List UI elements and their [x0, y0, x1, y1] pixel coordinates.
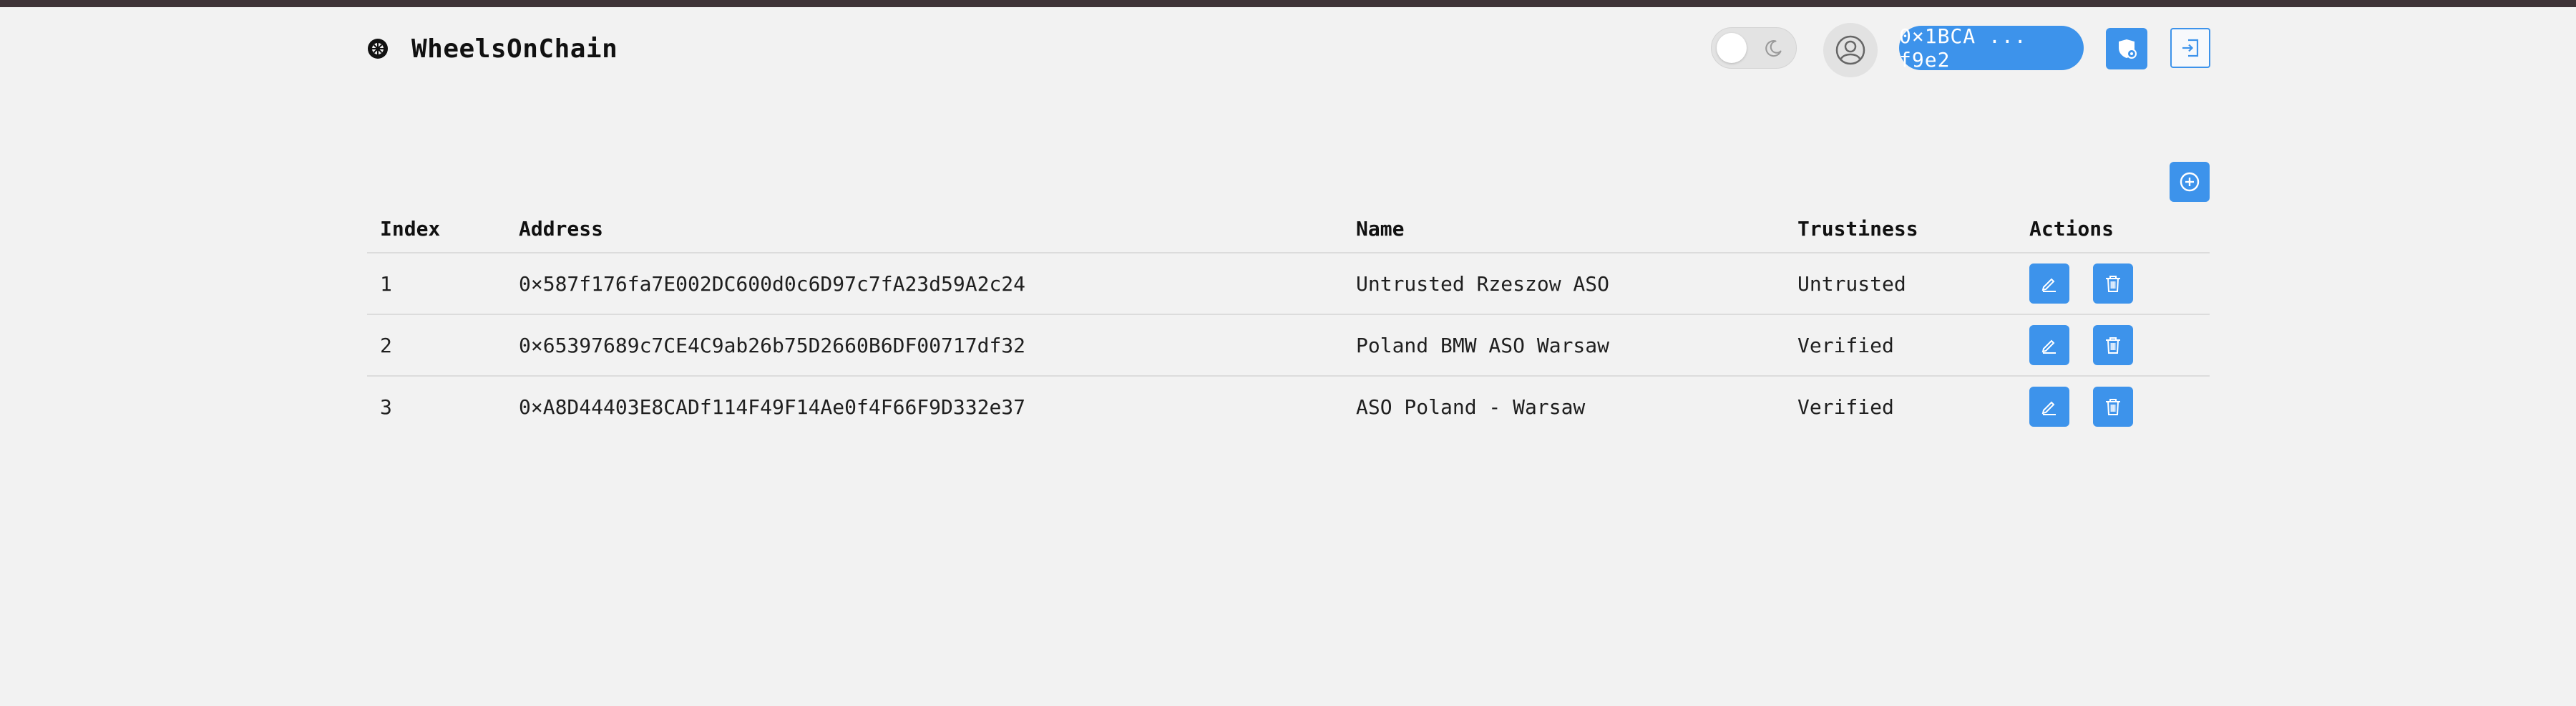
logout-icon — [2182, 39, 2199, 57]
trash-icon — [2105, 337, 2120, 354]
wallet-address-button[interactable]: 0×1BCA ... f9e2 — [1899, 24, 2084, 72]
wallet-address-label: 0×1BCA ... f9e2 — [1899, 24, 2027, 72]
row-actions — [2016, 376, 2210, 437]
table-row: 3 0×A8D44403E8CADf114F49F14Ae0f4F66F9D33… — [367, 376, 2210, 437]
row-address: 0×A8D44403E8CADf114F49F14Ae0f4F66F9D332e… — [519, 395, 1026, 419]
user-circle-icon — [1835, 35, 1865, 65]
edit-button[interactable] — [2029, 263, 2069, 304]
delete-button[interactable] — [2092, 263, 2133, 304]
column-header-actions: Actions — [2016, 205, 2210, 253]
pencil-icon — [2041, 278, 2056, 292]
delete-button[interactable] — [2092, 387, 2133, 427]
table-row: 1 0×587f176fa7E002DC600d0c6D97c7fA23d59A… — [367, 253, 2210, 315]
table-header-row: Index Address Name Trustiness Actions — [367, 205, 2210, 253]
row-actions — [2016, 314, 2210, 377]
row-address: 0×587f176fa7E002DC600d0c6D97c7fA23d59A2c… — [506, 253, 1343, 315]
aso-table: Index Address Name Trustiness Actions 1 … — [367, 205, 2210, 437]
add-aso-button[interactable] — [2170, 162, 2210, 202]
app-header: WheelsOnChain 0×1BCA ... f9e2 — [367, 23, 2211, 77]
column-header-index: Index — [367, 205, 506, 253]
row-index: 2 — [367, 314, 506, 377]
column-header-address: Address — [506, 205, 1343, 253]
edit-button[interactable] — [2029, 325, 2069, 365]
top-accent-bar — [0, 0, 2576, 7]
app-title: WheelsOnChain — [411, 34, 618, 64]
wheel-icon — [367, 38, 389, 59]
moon-icon — [1765, 40, 1782, 57]
profile-button[interactable] — [1823, 23, 1878, 77]
logout-button[interactable] — [2170, 28, 2210, 68]
row-address: 0×65397689c7CE4C9ab26b75D2660B6DF00717df… — [506, 314, 1343, 377]
network-button[interactable] — [2106, 28, 2147, 69]
plus-circle-icon — [2180, 172, 2200, 192]
row-name: ASO Poland - Warsaw — [1356, 395, 1586, 419]
column-header-name: Name — [1343, 205, 1785, 253]
trash-icon — [2105, 399, 2120, 415]
row-trust-status: Untrusted — [1785, 253, 2016, 315]
shield-network-icon — [2119, 39, 2137, 59]
row-index: 3 — [380, 395, 392, 419]
edit-button[interactable] — [2029, 387, 2069, 427]
column-header-trustiness: Trustiness — [1785, 205, 2016, 253]
delete-button[interactable] — [2092, 325, 2133, 365]
row-trust-status: Verified — [1797, 395, 1894, 419]
row-trust-status: Verified — [1785, 314, 2016, 377]
table-row: 2 0×65397689c7CE4C9ab26b75D2660B6DF00717… — [367, 314, 2210, 377]
row-name: Untrusted Rzeszow ASO — [1343, 253, 1785, 315]
theme-toggle[interactable] — [1711, 27, 1797, 69]
pencil-icon — [2041, 401, 2056, 415]
row-name: Poland BMW ASO Warsaw — [1343, 314, 1785, 377]
row-index: 1 — [367, 253, 506, 315]
trash-icon — [2105, 276, 2120, 292]
pencil-icon — [2041, 339, 2056, 354]
row-actions — [2016, 253, 2210, 315]
brand[interactable]: WheelsOnChain — [367, 26, 618, 72]
toggle-knob — [1717, 33, 1747, 63]
